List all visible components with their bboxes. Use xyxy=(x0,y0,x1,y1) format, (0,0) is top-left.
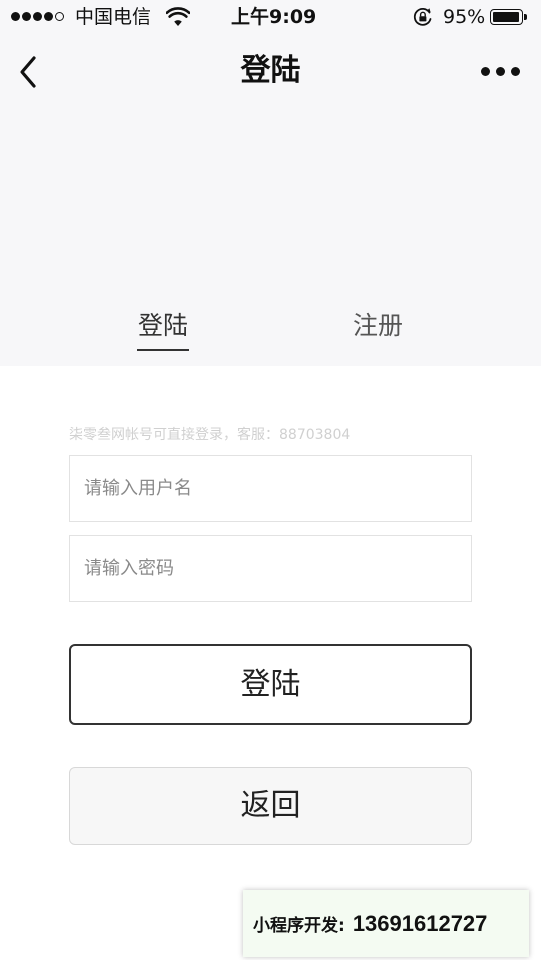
header-area: 登陆 注册 xyxy=(0,108,541,366)
developer-watermark: 小程序开发: 13691612727 xyxy=(243,890,529,957)
nav-bar: 登陆 xyxy=(0,34,541,108)
username-field[interactable] xyxy=(69,455,472,522)
tab-register-label: 注册 xyxy=(352,311,403,340)
active-tab-underline xyxy=(137,349,189,351)
wifi-icon xyxy=(165,7,191,31)
back-return-button[interactable]: 返回 xyxy=(69,767,472,845)
login-hint: 柒零叁网帐号可直接登录，客服：88703804 xyxy=(69,427,351,443)
login-screen: 中国电信 上午9:09 95% 登陆 登陆 注册 柒零叁网帐号可直接登录，客服：… xyxy=(0,0,541,960)
page-title: 登陆 xyxy=(240,53,301,88)
tab-login[interactable]: 登陆 xyxy=(135,306,191,351)
username-input[interactable] xyxy=(84,456,454,521)
status-time: 上午9:09 xyxy=(231,6,317,28)
password-input[interactable] xyxy=(84,536,454,601)
rotation-lock-icon xyxy=(412,7,434,31)
signal-dots-icon xyxy=(11,12,64,21)
more-options-button[interactable] xyxy=(476,60,524,82)
battery-icon xyxy=(490,9,527,25)
password-field[interactable] xyxy=(69,535,472,602)
watermark-phone: 13691612727 xyxy=(352,910,488,936)
watermark-label: 小程序开发: xyxy=(253,916,345,936)
carrier-label: 中国电信 xyxy=(75,6,152,28)
status-bar: 中国电信 上午9:09 95% xyxy=(0,0,541,34)
login-button[interactable]: 登陆 xyxy=(69,644,472,725)
more-dots-icon xyxy=(480,66,490,76)
tab-register[interactable]: 注册 xyxy=(350,306,406,350)
battery-percent: 95% xyxy=(443,6,486,28)
tab-login-label: 登陆 xyxy=(137,311,188,340)
